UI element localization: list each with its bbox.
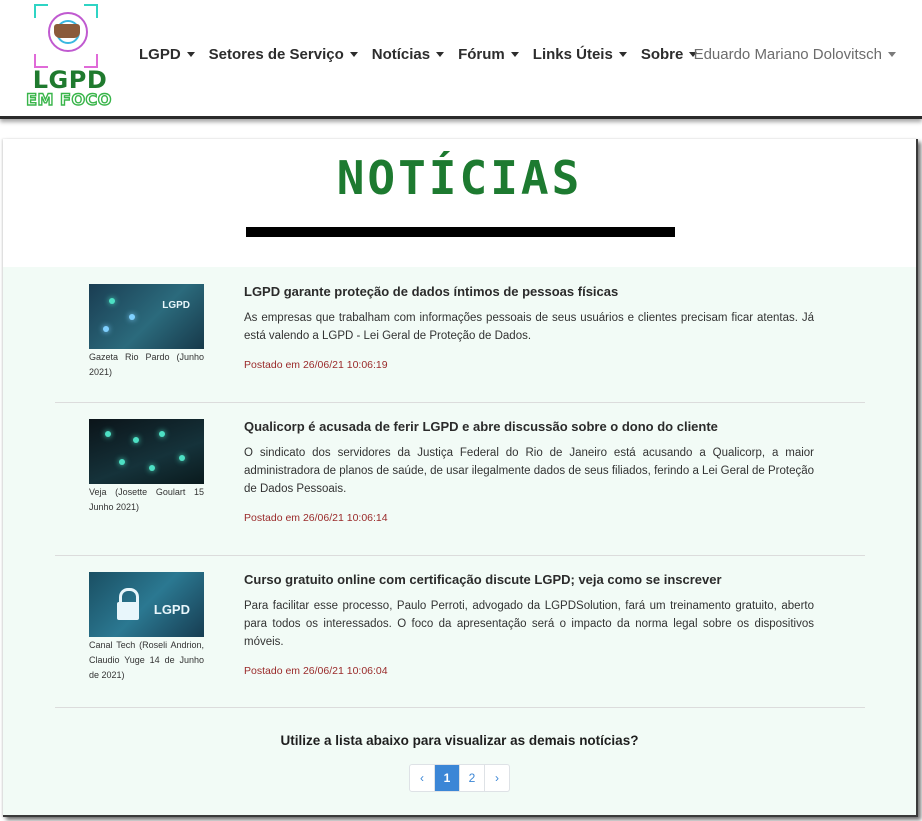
page-title: NOTÍCIAS [336,151,583,205]
news-date: Postado em 26/06/21 10:06:04 [244,665,388,677]
pagination: ‹ 1 2 › [409,764,510,792]
news-source: Veja (Josette Goulart 15 Junho 2021) [89,487,204,512]
logo-frame-icon [34,4,98,68]
news-title[interactable]: Qualicorp é acusada de ferir LGPD e abre… [244,419,814,435]
thumbnail-text: LGPD [162,300,190,311]
caret-down-icon [888,51,896,57]
news-title[interactable]: LGPD garante proteção de dados íntimos d… [244,284,814,300]
news-thumbnail[interactable]: LGPD [89,572,204,637]
pagination-prompt: Utilize a lista abaixo para visualizar a… [280,733,639,748]
page-2-button[interactable]: 2 [460,765,485,791]
page-1-button[interactable]: 1 [435,765,460,791]
news-item: LGPD Canal Tech (Roseli Andrion, Claudio… [55,572,865,708]
news-source: Canal Tech (Roseli Andrion, Claudio Yuge… [89,640,204,680]
news-source: Gazeta Rio Pardo (Junho 2021) [89,352,204,377]
prev-page-button[interactable]: ‹ [410,765,435,791]
nav-item-sobre[interactable]: Sobre [641,44,698,64]
thumbnail-text: LGPD [153,602,190,617]
caret-down-icon [510,51,519,57]
news-summary: As empresas que trabalham com informaçõe… [244,312,814,342]
news-title[interactable]: Curso gratuito online com certificação d… [244,572,814,588]
nav-item-noticias[interactable]: Notícias [371,44,445,64]
nav-item-forum[interactable]: Fórum [458,44,519,64]
nav-item-label: Links Úteis [532,45,613,63]
site-logo[interactable]: LGPD EM FOCO [20,4,116,110]
news-thumbnail[interactable]: LGPD [89,284,204,349]
next-page-button[interactable]: › [485,765,509,791]
nav-item-links[interactable]: Links Úteis [533,44,627,64]
news-summary: Para facilitar esse processo, Paulo Perr… [244,600,814,648]
navbar: LGPD EM FOCO LGPD Setores de Serviço Not… [0,0,922,119]
nav-item-label: Fórum [458,45,505,63]
caret-down-icon [436,51,445,57]
news-item: Veja (Josette Goulart 15 Junho 2021) Qua… [55,419,865,556]
nav-item-label: LGPD [139,45,181,63]
news-list: LGPD Gazeta Rio Pardo (Junho 2021) LGPD … [3,267,916,815]
nav-item-label: Setores de Serviço [208,45,344,63]
news-date: Postado em 26/06/21 10:06:14 [244,512,388,524]
title-underline [246,227,675,237]
gavel-icon [54,24,80,38]
user-menu[interactable]: Eduardo Mariano Dolovitsch [694,44,896,64]
logo-subtext: EM FOCO [25,89,112,109]
nav-item-setores[interactable]: Setores de Serviço [209,44,358,64]
main-card: NOTÍCIAS LGPD Gazeta Rio Pardo (Junho 20… [3,139,918,817]
news-item: LGPD Gazeta Rio Pardo (Junho 2021) LGPD … [55,284,865,403]
news-thumbnail[interactable] [89,419,204,484]
caret-down-icon [186,51,195,57]
news-summary: O sindicato dos servidores da Justiça Fe… [244,447,814,495]
news-date: Postado em 26/06/21 10:06:19 [244,359,388,371]
title-area: NOTÍCIAS [3,139,916,267]
user-name: Eduardo Mariano Dolovitsch [693,45,882,63]
caret-down-icon [349,51,358,57]
nav-item-lgpd[interactable]: LGPD [139,44,195,64]
caret-down-icon [618,51,627,57]
nav-item-label: Sobre [640,45,684,63]
nav-item-label: Notícias [371,45,431,63]
main-menu: LGPD Setores de Serviço Notícias Fórum L… [139,44,711,64]
